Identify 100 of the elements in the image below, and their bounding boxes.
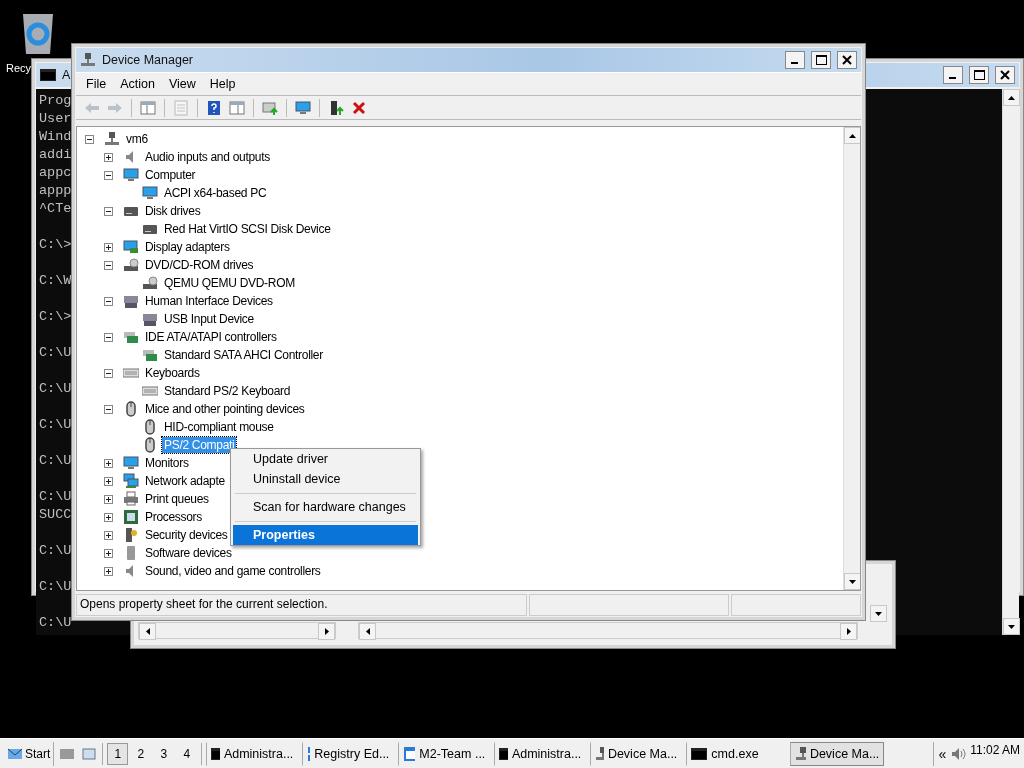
network-icon <box>123 473 139 489</box>
down-triangle-icon <box>1008 624 1015 629</box>
properties-icon <box>173 99 189 116</box>
console-icon <box>211 746 220 761</box>
collapse-icon[interactable] <box>104 206 113 216</box>
menu-item[interactable]: Help <box>203 75 242 93</box>
taskbar-button[interactable]: Administra... <box>206 741 299 766</box>
console-line: C:\U <box>39 452 72 470</box>
tree-item[interactable]: Mice and other pointing devices <box>143 401 307 417</box>
horizontal-scrollbar[interactable] <box>358 622 858 639</box>
menu-item[interactable]: File <box>80 75 113 93</box>
scroll-right-button[interactable] <box>318 623 335 640</box>
tree-item[interactable]: USB Input Device <box>162 311 256 327</box>
tree-item[interactable]: Software devices <box>143 545 234 561</box>
menu-item[interactable]: Properties <box>233 525 418 545</box>
expand-icon[interactable] <box>104 242 113 252</box>
horizontal-scrollbar[interactable] <box>138 622 336 639</box>
console-icon <box>691 746 708 761</box>
cross-icon <box>351 99 367 116</box>
tree-item[interactable]: QEMU QEMU DVD-ROM <box>162 275 297 291</box>
collapse-icon[interactable] <box>85 134 94 144</box>
tree-item[interactable]: Standard SATA AHCI Controller <box>162 347 325 363</box>
collapse-icon[interactable] <box>104 170 113 180</box>
menu-item[interactable]: Scan for hardware changes <box>233 497 418 517</box>
menu-item[interactable]: View <box>162 75 202 93</box>
minimize-button[interactable] <box>943 66 963 84</box>
maximize-button[interactable] <box>969 66 989 84</box>
task-label: Administra... <box>511 746 582 761</box>
taskbar-button[interactable]: M2-Team ... <box>398 741 491 766</box>
mouse-icon <box>142 437 158 453</box>
tree-item[interactable]: Human Interface Devices <box>143 293 275 309</box>
tree-item[interactable]: Print queues <box>143 491 211 507</box>
collapse-icon[interactable] <box>104 368 113 378</box>
minimize-button[interactable] <box>785 51 805 69</box>
tree-item[interactable]: Audio inputs and outputs <box>143 149 272 165</box>
expand-icon[interactable] <box>104 566 113 576</box>
console-line: C:\U <box>39 614 72 632</box>
app-window-icon <box>403 745 416 762</box>
start-button[interactable]: Start <box>4 741 55 766</box>
expand-icon[interactable] <box>104 152 113 162</box>
clock: 11:02 AM <box>970 742 1020 757</box>
tree-item[interactable]: Keyboards <box>143 365 202 381</box>
collapse-icon[interactable] <box>104 296 113 306</box>
tree-item[interactable]: HID-compliant mouse <box>162 419 276 435</box>
tree-item[interactable]: ACPI x64-based PC <box>162 185 269 201</box>
expand-icon[interactable] <box>104 530 113 540</box>
left-triangle-icon <box>365 628 370 635</box>
expand-icon[interactable] <box>104 512 113 522</box>
taskbar-button[interactable]: Device Ma... <box>590 741 683 766</box>
scroll-down-button[interactable] <box>844 573 860 590</box>
task-label: Administra... <box>223 746 294 761</box>
scroll-right-button[interactable] <box>840 623 857 640</box>
mouse-icon <box>123 401 139 417</box>
tree-item[interactable]: vm6 <box>124 131 150 147</box>
close-button[interactable] <box>995 66 1015 84</box>
console-line: C:\U <box>39 488 72 506</box>
menu-item[interactable]: Action <box>114 75 161 93</box>
taskbar-button[interactable]: cmd.exe <box>686 741 779 766</box>
scroll-left-button[interactable] <box>139 623 156 640</box>
gamepad-keyboard-icon <box>123 293 139 309</box>
tree-item[interactable]: IDE ATA/ATAPI controllers <box>143 329 279 345</box>
collapse-icon[interactable] <box>104 332 113 342</box>
tree-item[interactable]: Display adapters <box>143 239 232 255</box>
tree-item[interactable]: Computer <box>143 167 198 183</box>
tray-toggle[interactable]: « <box>938 745 947 762</box>
keyboard-icon <box>142 383 158 399</box>
desktop-switch[interactable]: 4 <box>176 742 198 765</box>
collapse-icon[interactable] <box>104 404 113 414</box>
close-button[interactable] <box>837 51 857 69</box>
tree-item[interactable]: DVD/CD-ROM drives <box>143 257 256 273</box>
tree-item[interactable]: Processors <box>143 509 205 525</box>
tree-item[interactable]: Sound, video and game controllers <box>143 563 323 579</box>
tree-item[interactable]: Red Hat VirtIO SCSI Disk Device <box>162 221 333 237</box>
tree-item[interactable]: Standard PS/2 Keyboard <box>162 383 293 399</box>
scroll-up-button[interactable] <box>844 127 860 144</box>
taskbar-button[interactable]: Registry Ed... <box>302 741 395 766</box>
expand-icon[interactable] <box>104 548 113 558</box>
tree-item[interactable]: Disk drives <box>143 203 203 219</box>
close-icon <box>842 55 852 65</box>
menu-item[interactable]: Uninstall device <box>233 469 418 489</box>
expand-icon[interactable] <box>104 458 113 468</box>
desktop-switch[interactable]: 1 <box>107 742 129 765</box>
taskbar-button[interactable]: Device Ma... <box>790 741 885 766</box>
tree-item[interactable]: Security devices <box>143 527 230 543</box>
tree-item[interactable]: Network adapte <box>143 473 227 489</box>
taskbar-button[interactable]: Administra... <box>494 741 587 766</box>
action-pane-icon <box>229 99 245 116</box>
desktop-switch[interactable]: 2 <box>130 742 152 765</box>
scroll-down-button[interactable] <box>1003 618 1020 635</box>
down-triangle-icon <box>875 611 882 616</box>
scroll-left-button[interactable] <box>359 623 376 640</box>
tree-item[interactable]: Monitors <box>143 455 191 471</box>
desktop-switch[interactable]: 3 <box>153 742 175 765</box>
maximize-button[interactable] <box>811 51 831 69</box>
collapse-icon[interactable] <box>104 260 113 270</box>
console-line: C:\U <box>39 578 72 596</box>
scroll-up-button[interactable] <box>1003 89 1020 106</box>
scroll-down-button[interactable] <box>870 605 887 622</box>
expand-icon[interactable] <box>104 494 113 504</box>
expand-icon[interactable] <box>104 476 113 486</box>
